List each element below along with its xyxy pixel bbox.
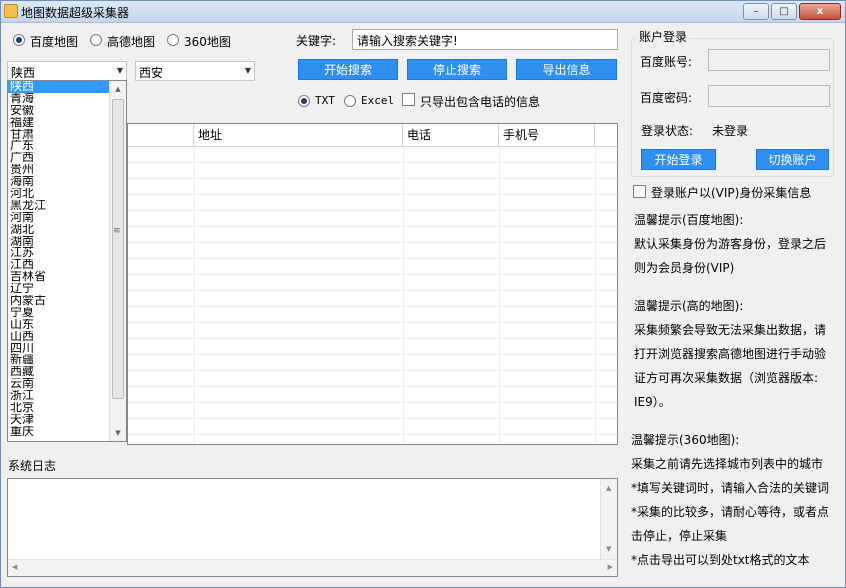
table-row[interactable] — [128, 147, 617, 163]
radio-txt[interactable] — [298, 95, 310, 107]
login-status-label: 登录状态: — [641, 124, 694, 138]
table-row[interactable] — [128, 291, 617, 307]
account-input[interactable] — [708, 49, 830, 71]
table-column-line — [595, 147, 596, 444]
keyword-label: 关键字: — [296, 34, 337, 48]
radio-gaode-map[interactable] — [90, 34, 102, 46]
province-select[interactable]: 陕西 ▼ — [7, 61, 127, 81]
export-button[interactable]: 导出信息 — [516, 59, 617, 80]
radio-gaode-map-label[interactable]: 高德地图 — [107, 33, 155, 50]
vip-label[interactable]: 登录账户以(VIP)身份采集信息 — [651, 184, 811, 201]
table-header-mobile[interactable]: 手机号 — [499, 124, 595, 147]
radio-excel[interactable] — [344, 95, 356, 107]
table-column-line — [403, 147, 404, 444]
table-row[interactable] — [128, 371, 617, 387]
table-column-line — [499, 147, 500, 444]
scroll-up-icon[interactable]: ▲ — [606, 484, 611, 492]
s360-tip-title: 温馨提示(360地图): — [631, 433, 740, 447]
table-column-line — [194, 147, 195, 444]
table-row[interactable] — [128, 227, 617, 243]
table-row[interactable] — [128, 163, 617, 179]
s360-tip-line-3: *采集的比较多，请耐心等待，或者点 — [631, 505, 830, 519]
table-header-phone[interactable]: 电话 — [403, 124, 499, 147]
gaode-tip-line-4: IE9）。 — [634, 395, 671, 409]
s360-tip-line-2: *填写关键词时，请输入合法的关键词 — [631, 481, 830, 495]
radio-excel-label[interactable]: Excel — [361, 94, 394, 107]
province-dropdown-list[interactable]: 陕西 青海 安徽 福建 甘肃 广东 广西 贵州 海南 河北 黑龙江 河南 湖北 湖南 江苏 江西 吉林省 辽宁 内蒙… — [7, 80, 127, 442]
table-row[interactable] — [128, 339, 617, 355]
scroll-left-icon[interactable]: ◀ — [12, 563, 17, 571]
scroll-right-icon[interactable]: ▶ — [608, 563, 613, 571]
table-header: 地址 电话 手机号 — [128, 124, 617, 147]
gaode-tip-title: 温馨提示(高的地图): — [634, 299, 744, 313]
table-header-address[interactable]: 地址 — [194, 124, 403, 147]
close-button[interactable]: x — [799, 3, 841, 20]
system-log-label: 系统日志 — [8, 459, 57, 473]
scroll-down-icon[interactable]: ▼ — [110, 425, 126, 441]
account-login-legend: 账户登录 — [637, 28, 690, 45]
table-row[interactable] — [128, 403, 617, 419]
scroll-grip-icon: ≡ — [113, 226, 121, 236]
baidu-tip-line-1: 默认采集身份为游客身份，登录之后 — [634, 237, 827, 251]
baidu-tip-line-2: 则为会员身份(VIP) — [634, 261, 735, 275]
table-row[interactable] — [128, 355, 617, 371]
table-row[interactable] — [128, 387, 617, 403]
scroll-up-icon[interactable]: ▲ — [110, 81, 126, 97]
system-log-box[interactable]: ▲ ▼ ◀ ▶ — [7, 478, 618, 577]
baidu-tip-title: 温馨提示(百度地图): — [634, 213, 744, 227]
city-select-value: 西安 — [139, 66, 164, 80]
log-vertical-scrollbar[interactable]: ▲ ▼ — [600, 479, 617, 559]
s360-tip-line-5: *点击导出可以到处txt格式的文本 — [631, 553, 810, 567]
table-row[interactable] — [128, 435, 617, 444]
window-title: 地图数据超级采集器 — [21, 6, 130, 20]
province-select-value: 陕西 — [11, 66, 36, 80]
phone-only-checkbox[interactable] — [402, 93, 415, 106]
radio-baidu-map-label[interactable]: 百度地图 — [30, 33, 78, 50]
maximize-button[interactable]: □ — [771, 3, 797, 20]
password-label: 百度密码: — [640, 91, 693, 105]
gaode-tip-line-1: 采集频繁会导致无法采集出数据，请 — [634, 323, 827, 337]
gaode-tip-line-2: 打开浏览器搜索高德地图进行手动验 — [634, 347, 827, 361]
chevron-down-icon: ▼ — [244, 66, 251, 75]
radio-360-map[interactable] — [167, 34, 179, 46]
s360-tip-line-4: 击停止，停止采集 — [631, 529, 728, 543]
table-row[interactable] — [128, 323, 617, 339]
start-search-button[interactable]: 开始搜索 — [298, 59, 398, 80]
table-row[interactable] — [128, 275, 617, 291]
stop-search-button[interactable]: 停止搜索 — [407, 59, 507, 80]
login-button[interactable]: 开始登录 — [641, 149, 716, 170]
title-bar: 地图数据超级采集器 – □ x — [1, 1, 845, 23]
table-row[interactable] — [128, 179, 617, 195]
login-status-value: 未登录 — [712, 124, 749, 138]
keyword-input[interactable]: 请输入搜索关键字! — [352, 29, 618, 50]
chevron-down-icon: ▼ — [116, 66, 123, 75]
phone-only-label[interactable]: 只导出包含电话的信息 — [420, 93, 540, 110]
scroll-thumb[interactable] — [112, 99, 124, 399]
radio-360-map-label[interactable]: 360地图 — [184, 33, 231, 50]
table-row[interactable] — [128, 211, 617, 227]
table-row[interactable] — [128, 259, 617, 275]
vip-checkbox[interactable] — [633, 185, 646, 198]
password-input[interactable] — [708, 85, 830, 107]
switch-account-button[interactable]: 切换账户 — [756, 149, 829, 170]
city-select[interactable]: 西安 ▼ — [135, 61, 255, 81]
scroll-down-icon[interactable]: ▼ — [606, 545, 611, 553]
table-row[interactable] — [128, 243, 617, 259]
province-list-scrollbar[interactable]: ▲ ≡ ▼ — [109, 81, 126, 441]
table-row[interactable] — [128, 419, 617, 435]
s360-tip-line-1: 采集之前请先选择城市列表中的城市 — [631, 457, 824, 471]
minimize-button[interactable]: – — [743, 3, 769, 20]
app-window: 地图数据超级采集器 – □ x 百度地图 高德地图 360地图 陕西 ▼ 西安 … — [0, 0, 846, 588]
results-table[interactable]: 地址 电话 手机号 — [127, 123, 618, 445]
table-row[interactable] — [128, 307, 617, 323]
table-header-blank — [128, 124, 194, 147]
app-icon — [4, 4, 18, 18]
account-label: 百度账号: — [640, 55, 693, 69]
table-row[interactable] — [128, 195, 617, 211]
radio-baidu-map[interactable] — [13, 34, 25, 46]
log-horizontal-scrollbar[interactable]: ◀ ▶ — [8, 559, 617, 576]
radio-txt-label[interactable]: TXT — [315, 94, 335, 107]
gaode-tip-line-3: 证方可再次采集数据（浏览器版本: — [634, 371, 819, 385]
